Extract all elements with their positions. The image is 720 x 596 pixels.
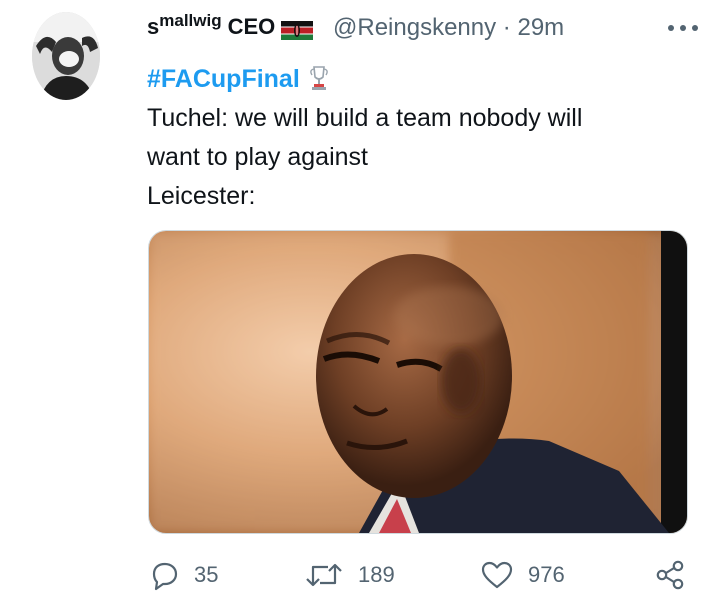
tweet-text: #FACupFinal Tuchel: we will build a team… (147, 60, 687, 216)
tweet-line-2: want to play against (147, 143, 368, 171)
more-options-icon[interactable] (666, 20, 700, 36)
hashtag-line: #FACupFinal (147, 60, 687, 99)
reply-button[interactable]: 35 (148, 557, 218, 593)
kenya-flag-icon (281, 20, 314, 40)
tweet-line-1: Tuchel: we will build a team nobody will (147, 104, 583, 132)
display-name-first: s (147, 14, 160, 39)
reply-count: 35 (194, 562, 219, 587)
meta-separator: · (502, 14, 511, 41)
hashtag-link[interactable]: #FACupFinal (147, 65, 300, 93)
share-button[interactable] (654, 557, 686, 593)
tweet-media-image[interactable] (148, 230, 688, 534)
tweet-meta: @Reingskenny · 29m (333, 14, 564, 42)
share-icon (656, 560, 684, 590)
retweet-count: 189 (358, 562, 395, 587)
retweet-button[interactable]: 189 (304, 557, 395, 593)
heart-icon (481, 561, 513, 589)
display-name[interactable]: s mallwig CEO (147, 11, 314, 40)
tweet-header: s mallwig CEO @Reingskenny · 29m (147, 11, 700, 46)
display-name-suffix: CEO (227, 14, 276, 39)
tweet-time[interactable]: 29m (517, 14, 564, 41)
avatar[interactable] (32, 12, 100, 100)
tweet-actions: 35 189 976 (148, 557, 688, 593)
like-button[interactable]: 976 (480, 557, 565, 593)
avatar-image (32, 12, 100, 100)
reply-icon (152, 562, 178, 591)
user-handle[interactable]: @Reingskenny (333, 14, 496, 41)
retweet-icon (306, 563, 342, 587)
fa-cup-trophy-icon (309, 66, 328, 90)
meme-photo (149, 231, 687, 533)
tweet-line-3: Leicester: (147, 182, 256, 210)
like-count: 976 (528, 562, 565, 587)
display-name-superscript: mallwig (159, 11, 222, 30)
